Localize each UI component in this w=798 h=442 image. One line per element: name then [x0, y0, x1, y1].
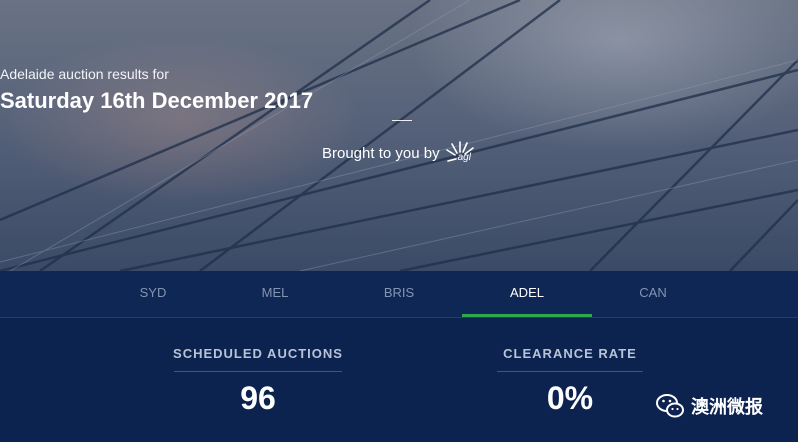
tab-bris[interactable]: BRIS — [334, 271, 464, 317]
scheduled-auctions-stat: SCHEDULED AUCTIONS 96 — [158, 318, 358, 417]
agl-logo-icon[interactable]: agl — [445, 140, 480, 166]
scheduled-auctions-value: 96 — [240, 380, 276, 416]
watermark-text: 澳洲微报 — [691, 397, 763, 417]
tab-label: BRIS — [383, 285, 415, 300]
tab-label: SYD — [139, 285, 167, 300]
sponsor-line: Brought to you by agl — [322, 140, 480, 166]
stat-divider — [174, 371, 342, 372]
tab-label: MEL — [261, 285, 289, 300]
results-subtitle: Adelaide auction results for — [0, 66, 169, 82]
tab-mel[interactable]: MEL — [210, 271, 340, 317]
clearance-rate-label: CLEARANCE RATE — [503, 346, 637, 361]
active-tab-indicator — [462, 314, 592, 317]
tab-can[interactable]: CAN — [588, 271, 718, 317]
page-title: Saturday 16th December 2017 — [0, 88, 314, 113]
solar-panel-background — [0, 0, 798, 271]
scheduled-auctions-label: SCHEDULED AUCTIONS — [173, 346, 343, 361]
tab-label: CAN — [639, 285, 667, 300]
title-divider — [392, 120, 412, 121]
tab-adel[interactable]: ADEL — [462, 271, 592, 317]
hero-banner: Adelaide auction results for Saturday 16… — [0, 0, 798, 271]
tab-label: ADEL — [510, 285, 544, 300]
clearance-rate-value: 0% — [546, 380, 594, 416]
wechat-icon — [655, 392, 685, 420]
sponsor-logo-text: agl — [457, 152, 471, 163]
auction-stats: SCHEDULED AUCTIONS 96 CLEARANCE RATE 0% — [0, 318, 798, 442]
wechat-watermark: 澳洲微报 — [655, 392, 763, 420]
clearance-rate-stat: CLEARANCE RATE 0% — [470, 318, 670, 417]
stat-divider — [497, 371, 643, 372]
city-tabs: SYD MEL BRIS ADEL CAN — [0, 271, 798, 318]
sponsor-text: Brought to you by — [322, 144, 440, 162]
tab-syd[interactable]: SYD — [88, 271, 218, 317]
